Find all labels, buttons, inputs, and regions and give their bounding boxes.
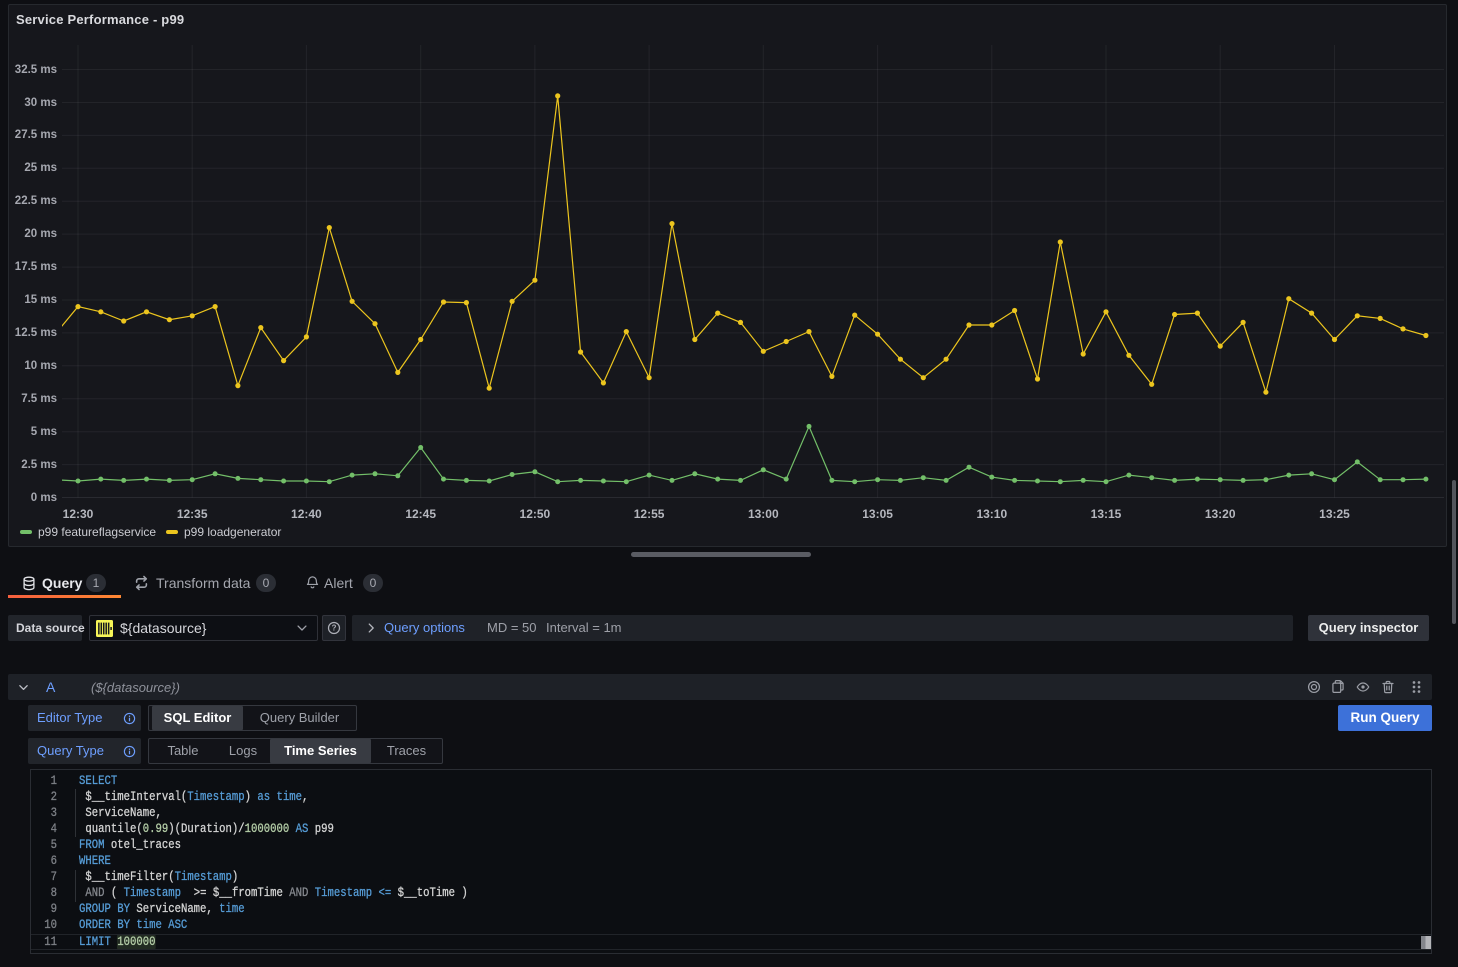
svg-text:?: ?: [332, 624, 337, 633]
